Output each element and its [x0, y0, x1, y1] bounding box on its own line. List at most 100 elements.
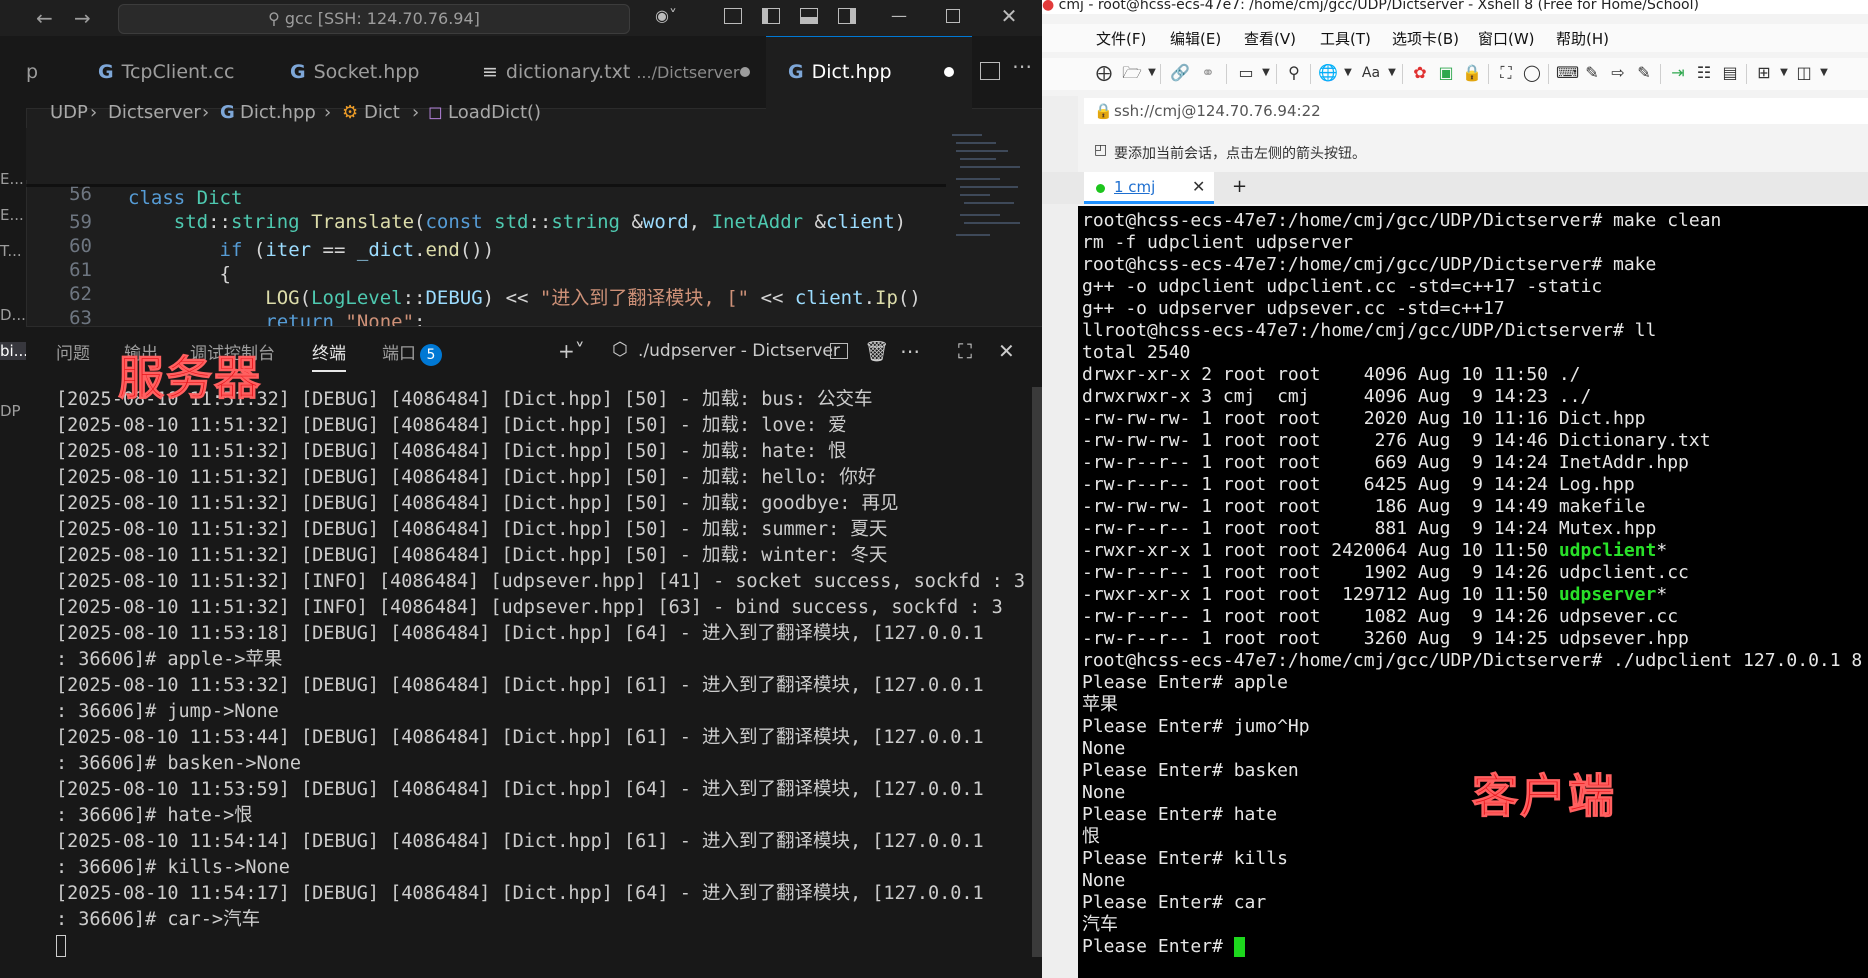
new-terminal-icon[interactable]: +˅: [558, 339, 585, 363]
explorer-item-6[interactable]: DP: [0, 402, 21, 420]
xshell-left-strip: [1042, 96, 1078, 978]
tab-dict-hpp[interactable]: G Dict.hpp: [788, 54, 892, 90]
copilot-icon[interactable]: ◉˅: [652, 8, 680, 24]
tab-terminal[interactable]: 终端: [312, 339, 346, 372]
terminal-line: [2025-08-10 11:51:32] [DEBUG] [4086484] …: [56, 467, 877, 488]
chevron-down-icon[interactable]: ▼: [1256, 64, 1276, 82]
code-line: 56 std::string Translate(const std::stri…: [26, 152, 946, 233]
explorer-item-5[interactable]: bi...: [0, 342, 28, 360]
code-editor[interactable]: 16 class Dict 56 std::string Translate(c…: [26, 128, 946, 357]
chevron-down-icon[interactable]: ▼: [1774, 64, 1794, 82]
layout-icon[interactable]: ◫: [1794, 64, 1814, 82]
toolbar-separator: [1548, 64, 1549, 84]
executable-marker: *: [1656, 584, 1668, 605]
transfer-icon[interactable]: ⇥: [1668, 64, 1688, 82]
tab-problems[interactable]: 问题: [56, 339, 90, 364]
tab-socket[interactable]: G Socket.hpp: [290, 54, 419, 90]
command-center-search[interactable]: ⚲ gcc [SSH: 124.70.76.94]: [118, 4, 630, 34]
tab-ports[interactable]: 端口 5: [382, 339, 442, 366]
chevron-down-icon[interactable]: ▼: [1142, 64, 1162, 82]
minimap-line: [960, 214, 1000, 216]
terminal-scrollbar[interactable]: [1032, 387, 1042, 957]
address-bar[interactable]: 🔒 ssh://cmj@124.70.76.94:22: [1084, 98, 1868, 124]
explorer-item-3[interactable]: T...: [0, 242, 22, 260]
xftp-icon[interactable]: ▣: [1436, 64, 1456, 82]
explorer-item-4[interactable]: D...: [0, 306, 26, 324]
breadcrumb-item[interactable]: LoadDict(): [448, 102, 541, 123]
add-tab-icon[interactable]: +: [1232, 176, 1247, 197]
customize-layout-icon[interactable]: [724, 8, 742, 24]
menu-file[interactable]: 文件(F): [1096, 28, 1146, 49]
menu-help[interactable]: 帮助(H): [1556, 28, 1609, 49]
maximize-icon[interactable]: [946, 9, 960, 23]
minimize-icon[interactable]: —: [890, 8, 908, 24]
screen-icon[interactable]: ▭: [1236, 64, 1256, 82]
lock-icon: 🔒: [1094, 102, 1113, 120]
new-tab-icon[interactable]: ⊞: [1754, 64, 1774, 82]
log-icon[interactable]: ☷: [1694, 64, 1714, 82]
split-editor-icon[interactable]: [980, 62, 1000, 80]
unlink-icon[interactable]: ⚭: [1198, 64, 1218, 82]
toggle-secondary-sidebar-icon[interactable]: [838, 8, 856, 24]
trash-icon[interactable]: 🗑: [864, 339, 889, 363]
new-session-icon[interactable]: ⨁: [1094, 64, 1114, 82]
send-icon[interactable]: ⇨: [1608, 64, 1628, 82]
fullscreen-icon[interactable]: ⛶: [1496, 64, 1516, 82]
transparent-icon[interactable]: ◯: [1522, 64, 1542, 82]
notes-icon[interactable]: ▤: [1720, 64, 1740, 82]
activity-bar: E... E... T... D... bi... DP: [0, 36, 28, 978]
more-actions-icon[interactable]: ⋯: [900, 339, 920, 363]
open-folder-icon[interactable]: 🗁: [1122, 64, 1142, 82]
chevron-down-icon[interactable]: ▼: [1338, 64, 1358, 82]
script-icon[interactable]: ✎: [1634, 64, 1654, 82]
terminal-line-text: drwxr-xr-x 2 root root 4096 Aug 10 11:50…: [1082, 364, 1581, 385]
tab-dictionary[interactable]: ≡ dictionary.txt .../Dictserver: [482, 54, 739, 90]
close-tab-icon[interactable]: ✕: [1192, 177, 1205, 196]
terminal-line: : 36606]# apple->苹果: [56, 649, 283, 670]
forward-arrow-icon[interactable]: →: [74, 6, 91, 30]
close-panel-icon[interactable]: ✕: [998, 339, 1015, 363]
toggle-sidebar-icon[interactable]: [762, 8, 780, 24]
tab-tcpclient[interactable]: G TcpClient.cc: [98, 54, 234, 90]
toggle-panel-icon[interactable]: [800, 8, 818, 24]
menu-tabs[interactable]: 选项卡(B): [1392, 28, 1459, 49]
menu-view[interactable]: 查看(V): [1244, 28, 1296, 49]
split-terminal-icon[interactable]: [830, 343, 848, 359]
lock-icon[interactable]: 🔒: [1462, 64, 1482, 82]
explorer-item-1[interactable]: E...: [0, 170, 24, 188]
unsaved-dot-icon[interactable]: [944, 67, 954, 77]
breadcrumb-item[interactable]: UDP: [50, 102, 88, 123]
minimap[interactable]: [946, 128, 1028, 324]
menu-window[interactable]: 窗口(W): [1478, 28, 1535, 49]
more-actions-icon[interactable]: ⋯: [1012, 56, 1032, 76]
edit-icon[interactable]: ✎: [1582, 64, 1602, 82]
tab-partial[interactable]: p: [26, 54, 38, 90]
globe-icon[interactable]: 🌐: [1318, 64, 1338, 82]
menu-edit[interactable]: 编辑(E): [1170, 28, 1221, 49]
terminal-line: root@hcss-ecs-47e7:/home/cmj/gcc/UDP/Dic…: [1082, 210, 1866, 232]
client-terminal-area[interactable]: root@hcss-ecs-47e7:/home/cmj/gcc/UDP/Dic…: [1078, 206, 1868, 978]
breadcrumb-item[interactable]: Dict: [364, 102, 400, 123]
server-terminal[interactable]: [2025-08-10 11:51:32] [DEBUG] [4086484] …: [56, 387, 1036, 959]
xshell-red-icon[interactable]: ✿: [1410, 64, 1430, 82]
breadcrumb-item[interactable]: Dict.hpp: [240, 102, 316, 123]
link-icon[interactable]: 🔗: [1170, 64, 1190, 82]
close-icon[interactable]: ✕: [1000, 6, 1018, 26]
add-session-arrow-icon[interactable]: ◰: [1094, 142, 1107, 158]
explorer-item-2[interactable]: E...: [0, 206, 24, 224]
terminal-line-text: None: [1082, 738, 1126, 759]
minimap-line: [960, 166, 1020, 168]
unsaved-dot-icon[interactable]: [740, 67, 750, 77]
tab-session-cmj[interactable]: 1 cmj ✕: [1084, 172, 1214, 204]
maximize-panel-icon[interactable]: ⛶: [958, 339, 972, 363]
client-terminal[interactable]: root@hcss-ecs-47e7:/home/cmj/gcc/UDP/Dic…: [1082, 210, 1866, 958]
terminal-title[interactable]: ./udpserver - Dictserver: [638, 341, 840, 361]
back-arrow-icon[interactable]: ←: [36, 6, 53, 30]
chevron-down-icon[interactable]: ▼: [1814, 64, 1834, 82]
menu-tools[interactable]: 工具(T): [1320, 28, 1371, 49]
font-icon[interactable]: Aa: [1358, 64, 1384, 82]
chevron-down-icon[interactable]: ▼: [1382, 64, 1402, 82]
search-icon[interactable]: ⚲: [1284, 64, 1304, 82]
keyboard-icon[interactable]: ⌨: [1556, 64, 1579, 82]
breadcrumb-item[interactable]: Dictserver: [108, 102, 201, 123]
